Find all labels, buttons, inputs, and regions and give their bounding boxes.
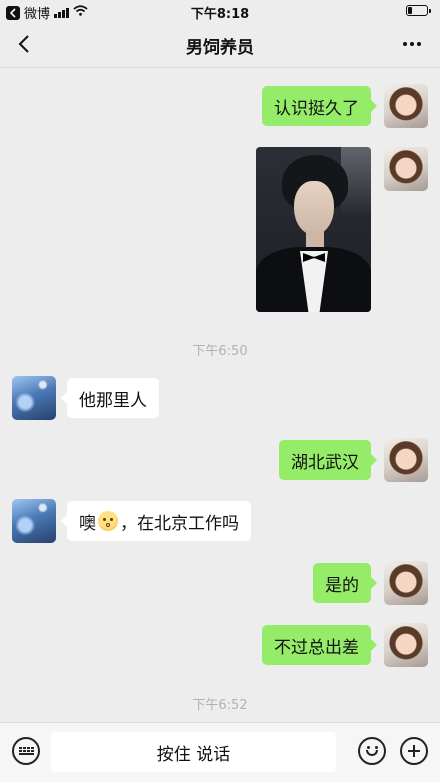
emoji-icon[interactable]	[358, 737, 386, 765]
plus-icon[interactable]	[400, 737, 428, 765]
message-text-after: ，在北京工作吗	[120, 513, 239, 534]
hushed-face-emoji-icon	[98, 511, 118, 531]
message-text: 湖北武汉	[291, 452, 359, 473]
hold-to-talk-button[interactable]: 按住 说话	[51, 732, 336, 772]
message-text-before: 噢	[79, 513, 96, 534]
photo-face	[294, 181, 334, 235]
chat-area[interactable]: 认识挺久了 下午6:50 他那里人 湖北武汉 噢 ，在北京工作吗 是的 不过总出…	[0, 68, 440, 722]
my-avatar[interactable]	[384, 438, 428, 482]
message-bubble-sent[interactable]: 湖北武汉	[279, 440, 377, 480]
photo-message[interactable]	[256, 147, 371, 312]
message-bubble-sent[interactable]: 认识挺久了	[262, 86, 377, 126]
status-bar: 微博 下午8:18	[0, 0, 440, 22]
contact-avatar[interactable]	[12, 499, 56, 543]
message-text: 认识挺久了	[274, 98, 359, 119]
message-bubble-received[interactable]: 噢 ，在北京工作吗	[61, 501, 251, 541]
message-bubble-received[interactable]: 他那里人	[61, 378, 159, 418]
more-dots-icon[interactable]	[398, 30, 426, 58]
chat-title: 男饲养员	[186, 38, 254, 58]
my-avatar[interactable]	[384, 623, 428, 667]
message-text: 是的	[325, 575, 359, 596]
message-bubble-sent[interactable]: 不过总出差	[262, 625, 377, 665]
hold-to-talk-label: 按住 说话	[156, 744, 231, 765]
battery-level	[408, 7, 412, 14]
keyboard-icon[interactable]	[12, 737, 40, 765]
my-avatar[interactable]	[384, 84, 428, 128]
message-text: 不过总出差	[274, 637, 359, 658]
my-avatar[interactable]	[384, 561, 428, 605]
message-text: 他那里人	[79, 390, 147, 411]
timestamp: 下午6:52	[192, 698, 248, 713]
contact-avatar[interactable]	[12, 376, 56, 420]
timestamp: 下午6:50	[192, 344, 248, 359]
message-bubble-sent[interactable]: 是的	[313, 563, 377, 603]
input-bar: 按住 说话	[0, 722, 440, 782]
status-time: 下午8:18	[190, 7, 250, 22]
battery-icon	[406, 5, 431, 16]
my-avatar[interactable]	[384, 147, 428, 191]
nav-bar: 男饲养员	[0, 22, 440, 68]
